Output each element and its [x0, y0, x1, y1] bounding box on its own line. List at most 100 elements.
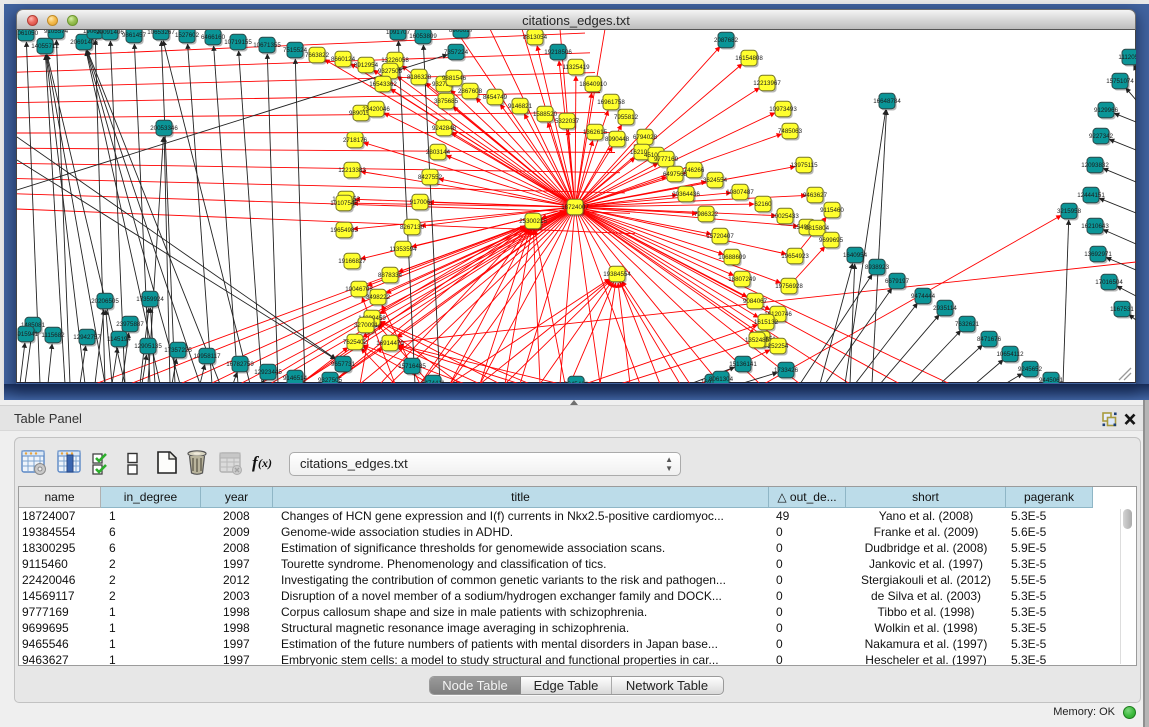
svg-text:8912954: 8912954	[354, 62, 379, 69]
svg-text:16961758: 16961758	[597, 99, 625, 106]
svg-text:9815804: 9815804	[805, 225, 830, 232]
svg-text:20053346: 20053346	[150, 125, 178, 132]
svg-text:14055712: 14055712	[31, 43, 59, 50]
svg-text:3875685: 3875685	[434, 98, 459, 105]
svg-text:12942757: 12942757	[73, 334, 101, 341]
svg-text:9105574: 9105574	[44, 30, 69, 35]
svg-text:11353594: 11353594	[389, 246, 417, 253]
svg-text:16053809: 16053809	[409, 33, 437, 40]
svg-text:10671355: 10671355	[253, 42, 281, 49]
svg-text:12213967: 12213967	[753, 80, 781, 87]
svg-text:19218506: 19218506	[544, 49, 572, 56]
svg-text:1091707: 1091707	[386, 30, 411, 36]
svg-text:16782759: 16782759	[226, 361, 254, 368]
svg-text:10958117: 10958117	[193, 353, 221, 360]
svg-text:18807249: 18807249	[728, 276, 756, 283]
svg-text:8938923: 8938923	[865, 264, 890, 271]
svg-text:1733426: 1733426	[774, 367, 799, 374]
svg-text:1640954: 1640954	[843, 252, 868, 259]
svg-text:9129966: 9129966	[1094, 107, 1119, 114]
svg-text:(x): (x)	[258, 456, 272, 470]
svg-text:2803144: 2803144	[426, 149, 451, 156]
svg-text:12213383: 12213383	[338, 167, 366, 174]
svg-text:3215958: 3215958	[1057, 208, 1082, 215]
svg-text:7955812: 7955812	[614, 114, 639, 121]
svg-text:9699695: 9699695	[819, 237, 844, 244]
svg-text:9474444: 9474444	[911, 293, 936, 300]
svg-text:1588520: 1588520	[533, 111, 558, 118]
svg-text:1112054: 1112054	[1118, 54, 1136, 61]
svg-text:5322037: 5322037	[555, 118, 580, 125]
svg-text:3498222: 3498222	[366, 294, 391, 301]
svg-text:1115682: 1115682	[41, 332, 65, 339]
svg-text:9245652: 9245652	[1018, 366, 1043, 373]
svg-text:7485063: 7485063	[778, 128, 803, 135]
svg-text:17359924: 17359924	[136, 296, 164, 303]
svg-text:9146514: 9146514	[283, 375, 308, 382]
svg-text:1527602: 1527602	[175, 32, 200, 39]
svg-text:3624554: 3624554	[703, 177, 728, 184]
svg-text:62160: 62160	[754, 201, 772, 208]
svg-text:18724007: 18724007	[561, 204, 589, 211]
svg-text:18640910: 18640910	[579, 81, 607, 88]
svg-text:6794028: 6794028	[633, 134, 658, 141]
svg-text:8061304: 8061304	[709, 376, 734, 383]
svg-text:7625402: 7625402	[343, 339, 368, 346]
svg-text:23420046: 23420046	[362, 106, 390, 113]
svg-text:10807487: 10807487	[726, 189, 754, 196]
svg-text:9463627: 9463627	[803, 192, 828, 199]
svg-text:17016504: 17016504	[1095, 279, 1123, 286]
svg-text:9445061: 9445061	[1039, 377, 1064, 383]
svg-text:23975887: 23975887	[116, 321, 144, 328]
svg-text:16210643: 16210643	[1081, 223, 1109, 230]
svg-text:8186328: 8186328	[407, 74, 432, 81]
svg-text:20091406: 20091406	[96, 30, 124, 36]
svg-text:6466160: 6466160	[201, 34, 226, 41]
svg-text:9881546: 9881546	[442, 75, 467, 82]
svg-text:8427552: 8427552	[418, 174, 443, 181]
svg-text:15720407: 15720407	[706, 233, 734, 240]
svg-text:9474411: 9474411	[421, 380, 445, 383]
svg-text:19384554: 19384554	[603, 271, 631, 278]
svg-text:12444151: 12444151	[1077, 192, 1105, 199]
svg-text:19654923: 19654923	[781, 253, 809, 260]
svg-text:10107545: 10107545	[330, 200, 358, 207]
svg-text:1167531: 1167531	[1110, 306, 1134, 313]
svg-text:6497568: 6497568	[663, 171, 688, 178]
svg-text:19756928: 19756928	[775, 283, 803, 290]
svg-text:2718176: 2718176	[343, 137, 368, 144]
svg-text:9084067: 9084067	[743, 298, 768, 305]
svg-text:2867608: 2867608	[458, 88, 483, 95]
svg-text:6679197: 6679197	[885, 278, 910, 285]
svg-text:9227342: 9227342	[1089, 133, 1114, 140]
svg-text:13692971: 13692971	[1084, 251, 1112, 258]
svg-text:16914479: 16914479	[376, 340, 404, 347]
svg-text:16154808: 16154808	[735, 55, 763, 62]
svg-text:7515524: 7515524	[283, 47, 308, 54]
svg-text:3270091: 3270091	[354, 322, 379, 329]
svg-text:7632621: 7632621	[955, 321, 980, 328]
svg-text:8990448: 8990448	[605, 136, 630, 143]
svg-text:252254: 252254	[768, 343, 789, 350]
svg-text:10654112: 10654112	[996, 351, 1024, 358]
svg-text:9146821: 9146821	[508, 103, 533, 110]
svg-text:12905135: 12905135	[134, 343, 162, 350]
svg-text:1615132: 1615132	[754, 319, 779, 326]
svg-text:15716485: 15716485	[398, 363, 426, 370]
svg-text:12093832: 12093832	[1081, 162, 1109, 169]
svg-text:9861457: 9861457	[122, 32, 147, 39]
svg-text:15136141: 15136141	[729, 361, 757, 368]
svg-text:8906617: 8906617	[449, 30, 474, 34]
svg-text:7357224: 7357224	[444, 49, 469, 56]
svg-text:10973493: 10973493	[769, 106, 797, 113]
svg-text:25300215: 25300215	[519, 218, 547, 225]
svg-text:1145194: 1145194	[107, 336, 131, 343]
svg-text:10688609: 10688609	[718, 254, 746, 261]
svg-text:13975115: 13975115	[790, 162, 818, 169]
svg-text:8660124: 8660124	[331, 56, 356, 63]
svg-text:15751074: 15751074	[1106, 78, 1134, 85]
svg-text:9327505: 9327505	[318, 377, 343, 383]
svg-text:9327503: 9327503	[378, 68, 403, 75]
svg-text:2087682: 2087682	[714, 37, 739, 44]
svg-text:12923445: 12923445	[254, 369, 282, 376]
